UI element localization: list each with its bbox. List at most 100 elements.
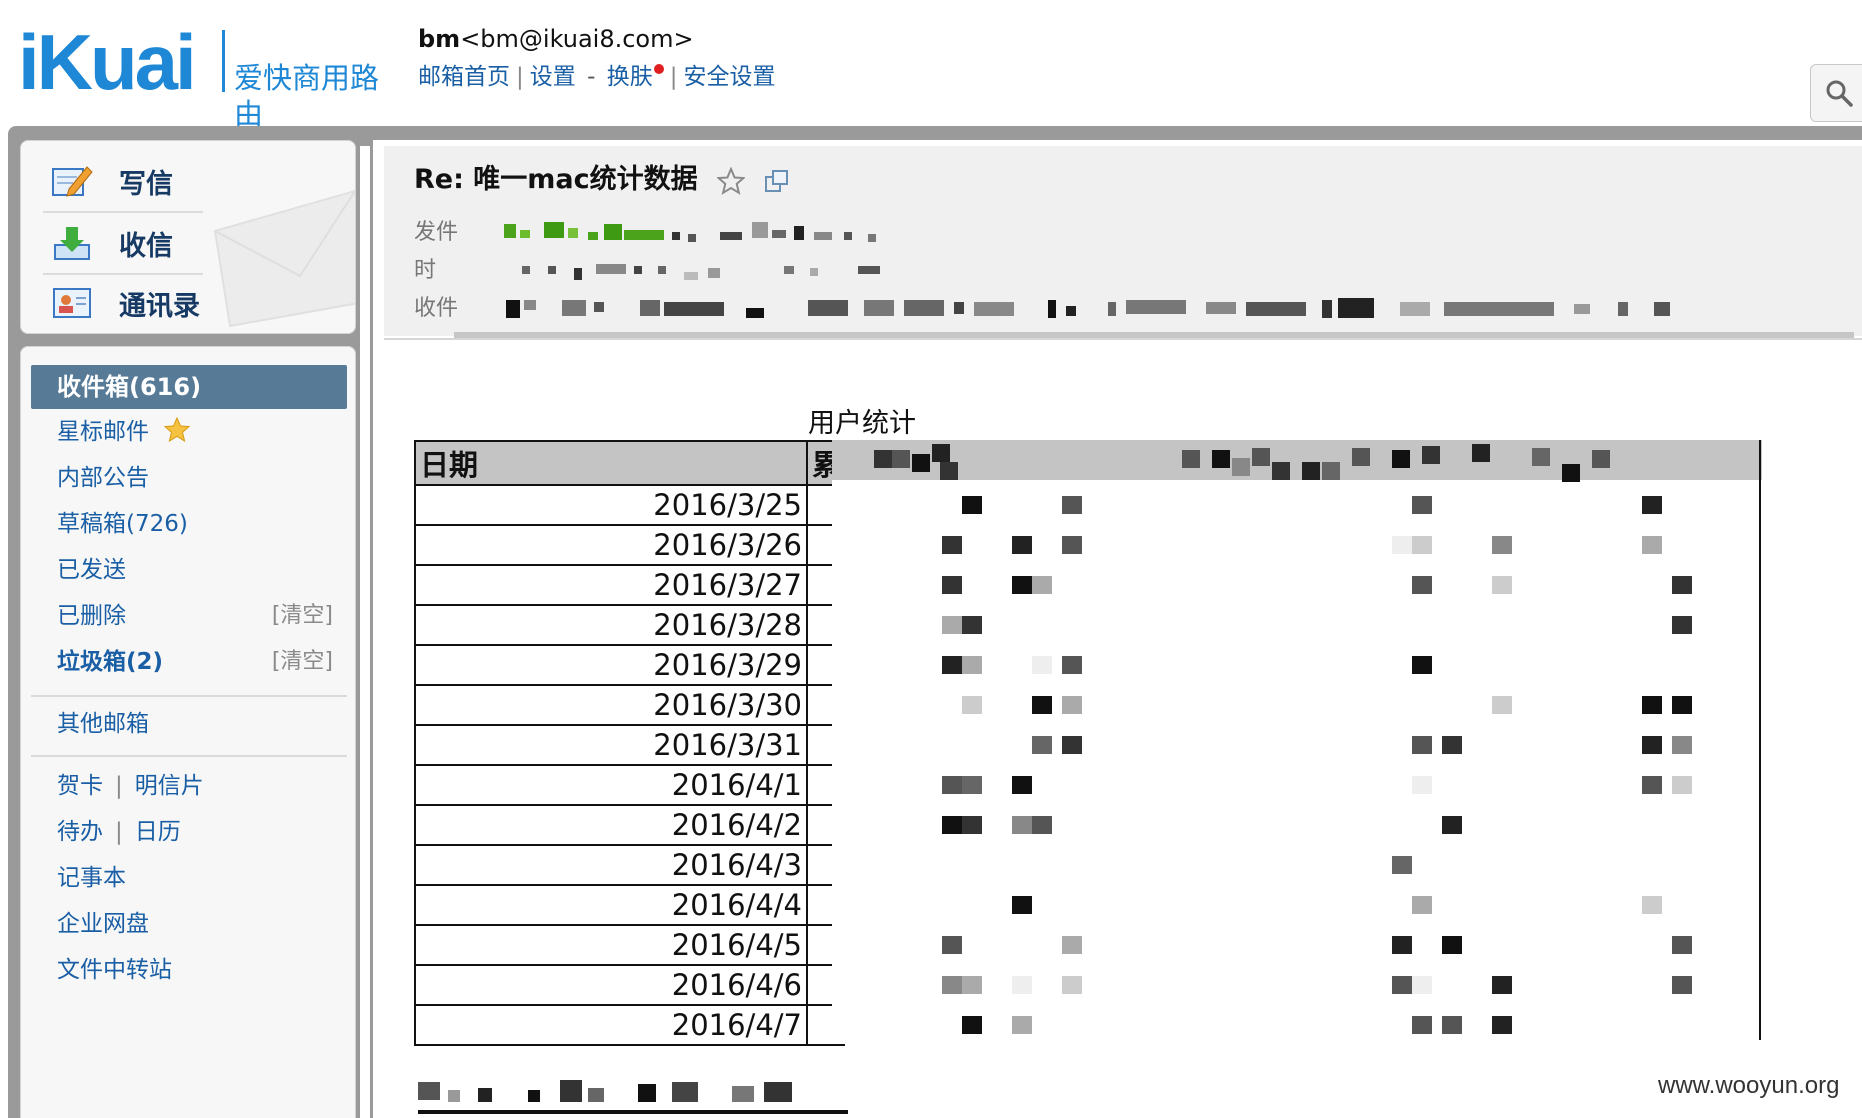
table-header-row: 日期 累 — [414, 440, 846, 486]
table-row: 2016/3/28 — [414, 604, 846, 646]
folder-sent[interactable]: 已发送 — [57, 553, 126, 587]
table-row: 2016/4/2 — [414, 804, 846, 846]
table-row: 2016/4/6 — [414, 964, 846, 1006]
from-label: 发件 — [414, 220, 459, 245]
folder-inbox-label: 收件箱(616) — [57, 373, 202, 401]
contacts-label: 通讯录 — [119, 290, 200, 322]
divider — [31, 695, 347, 697]
nav-settings-link[interactable]: 设置 — [530, 64, 576, 90]
todo-link[interactable]: 待办 — [57, 819, 103, 845]
ikuai-logo: iKuai 爱快商用路由 — [18, 18, 398, 131]
table-row: 2016/4/5 — [414, 924, 846, 966]
row-date: 2016/3/30 — [414, 684, 808, 726]
table-row: 2016/4/1 — [414, 764, 846, 806]
contacts-button[interactable]: 通讯录 — [51, 275, 241, 331]
tools-row-2: 待办 | 日历 — [57, 815, 181, 849]
folder-starred[interactable]: 星标邮件 — [57, 415, 191, 449]
pipe-divider: | — [115, 773, 123, 799]
from-value-redacted — [464, 216, 1024, 250]
account-info: bm<bm@ikuai8.com> — [418, 22, 694, 56]
watermark: www.wooyun.org — [1658, 1072, 1840, 1099]
folder-announcements[interactable]: 内部公告 — [57, 461, 149, 495]
search-button[interactable] — [1810, 64, 1862, 122]
compose-icon — [51, 163, 93, 199]
pipe-divider: | — [115, 819, 123, 845]
nav-security-link[interactable]: 安全设置 — [683, 64, 775, 90]
folder-panel: 收件箱(616) 星标邮件 内部公告 草稿箱(726) 已发送 已删除 [清空]… — [20, 346, 356, 1118]
nav-mail-home-link[interactable]: 邮箱首页 — [418, 64, 510, 90]
table-row: 2016/3/29 — [414, 644, 846, 686]
row-date: 2016/4/5 — [414, 924, 808, 966]
folder-other-mailboxes[interactable]: 其他邮箱 — [57, 707, 149, 741]
compose-button[interactable]: 写信 — [51, 153, 241, 209]
receive-button[interactable]: 收信 — [51, 215, 241, 271]
table-row: 2016/4/4 — [414, 884, 846, 926]
table-body: 2016/3/25 2016/3/26 2016/3/27 2016/3/28 2016… — [414, 484, 846, 1046]
nav-divider: | — [669, 64, 678, 90]
row-date: 2016/3/26 — [414, 524, 808, 566]
time-label: 时 — [414, 258, 437, 283]
row-date: 2016/4/1 — [414, 764, 808, 806]
table-row: 2016/4/7 — [414, 1004, 846, 1046]
netdisk-link[interactable]: 企业网盘 — [57, 907, 149, 941]
folder-drafts[interactable]: 草稿箱(726) — [57, 507, 188, 541]
row-date: 2016/3/27 — [414, 564, 808, 606]
row-date: 2016/3/28 — [414, 604, 808, 646]
star-icon — [164, 416, 191, 443]
to-label: 收件 — [414, 296, 459, 321]
signature-redacted — [418, 1080, 792, 1102]
account-name: bm — [418, 25, 461, 53]
clear-spam-link[interactable]: [清空] — [272, 645, 333, 679]
row-date: 2016/3/25 — [414, 484, 808, 526]
top-nav: 邮箱首页 | 设置 - 换肤 | 安全设置 — [418, 60, 775, 94]
popout-window-icon[interactable] — [764, 168, 790, 194]
folder-spam[interactable]: 垃圾箱(2) — [57, 645, 163, 679]
folder-inbox[interactable]: 收件箱(616) — [31, 365, 347, 409]
folder-deleted[interactable]: 已删除 — [57, 599, 126, 633]
header-divider — [384, 338, 1862, 340]
folder-starred-label: 星标邮件 — [57, 419, 149, 445]
nav-dash: - — [587, 64, 596, 90]
receive-label: 收信 — [119, 230, 173, 262]
quick-actions-panel: 写信 收信 通讯录 — [20, 140, 356, 334]
table-row: 2016/3/26 — [414, 524, 846, 566]
postcard-link[interactable]: 明信片 — [135, 773, 204, 799]
new-skin-dot-icon — [653, 64, 664, 74]
table-row: 2016/4/3 — [414, 844, 846, 886]
logo-brand-text: iKuai — [18, 18, 197, 106]
row-date: 2016/4/7 — [414, 1004, 808, 1046]
tools-row-1: 贺卡 | 明信片 — [57, 769, 204, 803]
divider — [31, 755, 347, 757]
table-row: 2016/3/30 — [414, 684, 846, 726]
logo-subtitle: 爱快商用路由 — [234, 61, 380, 131]
receive-icon — [51, 225, 93, 261]
address-book-icon — [51, 285, 93, 321]
time-value-redacted — [464, 254, 904, 288]
stats-table: 日期 累 2016/3/25 2016/3/26 2016/3/27 2016/3/2… — [414, 440, 846, 1046]
row-date: 2016/4/6 — [414, 964, 808, 1006]
row-date: 2016/4/3 — [414, 844, 808, 886]
notes-link[interactable]: 记事本 — [57, 861, 126, 895]
table-row: 2016/3/25 — [414, 484, 846, 526]
table-row: 2016/3/27 — [414, 564, 846, 606]
row-date: 2016/4/4 — [414, 884, 808, 926]
to-value-redacted — [464, 292, 1862, 326]
logo-divider — [222, 30, 225, 92]
table-title: 用户统计 — [808, 408, 916, 439]
row-date: 2016/3/31 — [414, 724, 808, 766]
nav-skin-link[interactable]: 换肤 — [607, 64, 653, 90]
greeting-card-link[interactable]: 贺卡 — [57, 773, 103, 799]
file-transfer-link[interactable]: 文件中转站 — [57, 953, 172, 987]
mail-subject: Re: 唯一mac统计数据 — [414, 160, 790, 200]
star-outline-icon[interactable] — [717, 166, 746, 195]
compose-label: 写信 — [119, 168, 173, 200]
redacted-table-region — [832, 440, 1762, 1040]
account-email: <bm@ikuai8.com> — [460, 25, 694, 53]
clear-deleted-link[interactable]: [清空] — [272, 599, 333, 633]
row-date: 2016/3/29 — [414, 644, 808, 686]
search-icon — [1826, 80, 1853, 107]
signature-underline — [418, 1110, 848, 1114]
divider — [43, 211, 203, 213]
row-date: 2016/4/2 — [414, 804, 808, 846]
calendar-link[interactable]: 日历 — [135, 819, 181, 845]
